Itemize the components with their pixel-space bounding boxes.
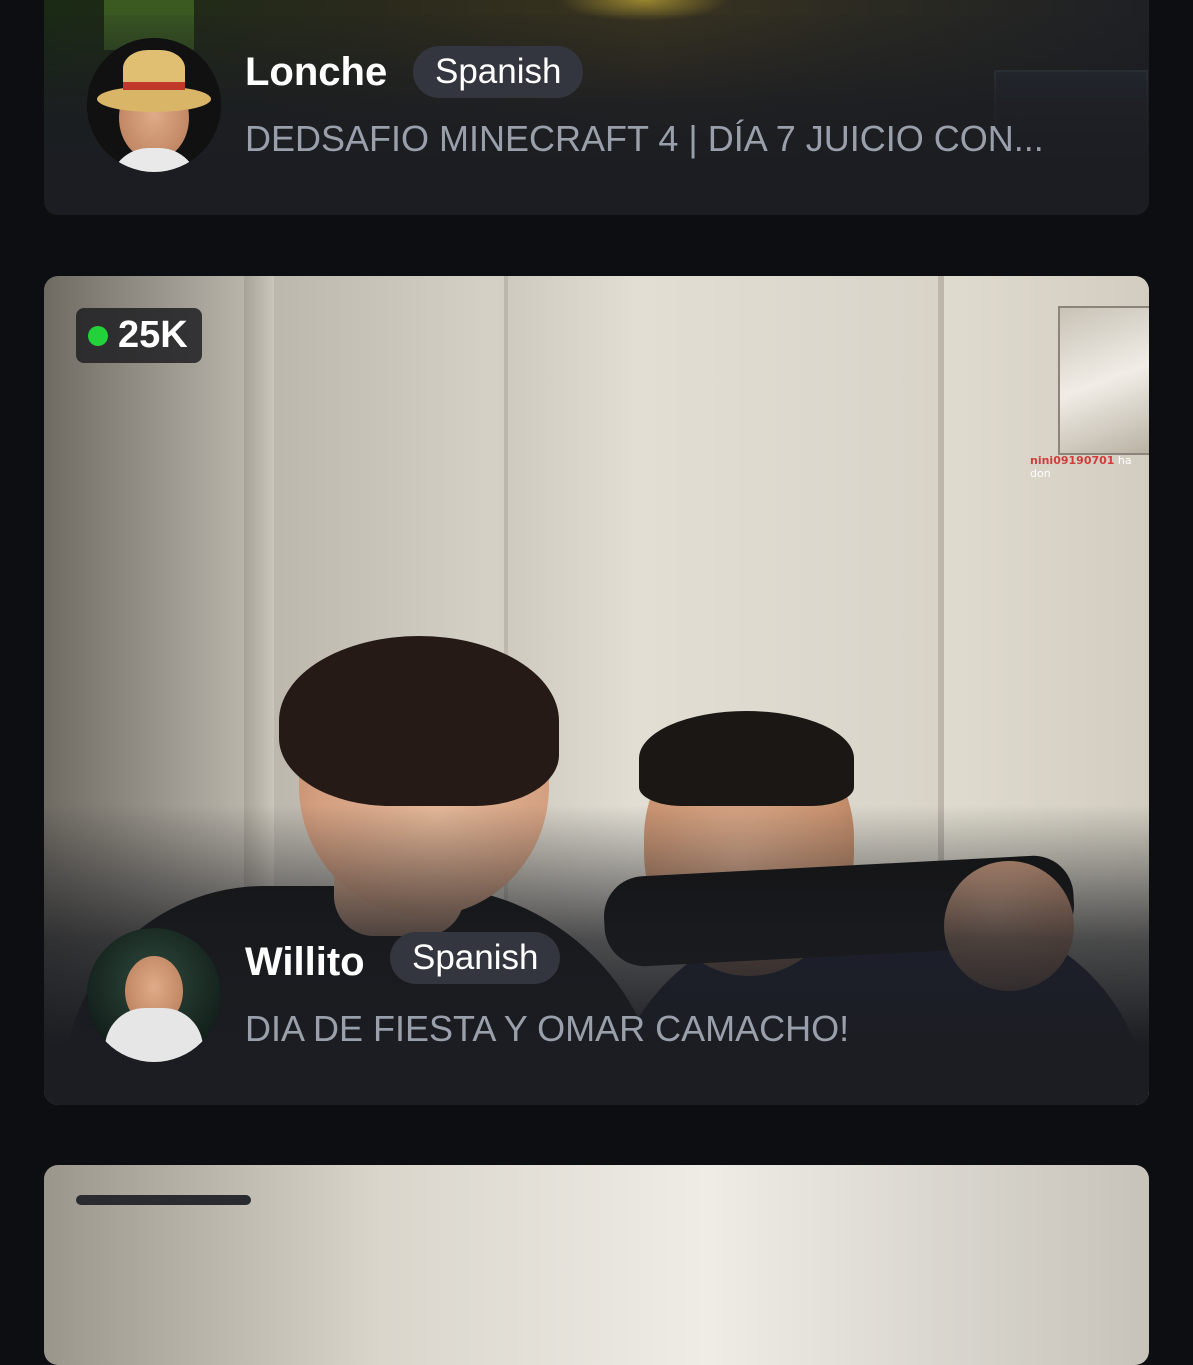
- stream-overlay-chat: nini09190701 ha don: [1030, 454, 1132, 480]
- streamer-avatar-icon[interactable]: [87, 928, 221, 1062]
- viewer-count: 25K: [118, 314, 188, 356]
- stream-title[interactable]: DIA DE FIESTA Y OMAR CAMACHO!: [245, 1008, 849, 1050]
- stream-overlay-cam: [1058, 306, 1149, 455]
- live-dot-icon: [88, 325, 108, 346]
- streamer-name[interactable]: Willito: [245, 940, 365, 985]
- stream-info-willito[interactable]: Willito Spanish DIA DE FIESTA Y OMAR CAM…: [44, 928, 1104, 1068]
- stream-title[interactable]: DEDSAFIO MINECRAFT 4 | DÍA 7 JUICIO CON.…: [245, 118, 1044, 160]
- viewer-count-badge: [76, 1195, 251, 1205]
- language-tag[interactable]: Spanish: [413, 46, 584, 98]
- language-tag[interactable]: Spanish: [390, 932, 561, 984]
- stream-card-next[interactable]: [44, 1165, 1149, 1365]
- streamer-avatar-icon[interactable]: [87, 38, 221, 172]
- stream-info-lonche[interactable]: Lonche Spanish DEDSAFIO MINECRAFT 4 | DÍ…: [44, 38, 1104, 178]
- streamer-name[interactable]: Lonche: [245, 50, 387, 95]
- viewer-count-badge: 25K: [76, 308, 202, 363]
